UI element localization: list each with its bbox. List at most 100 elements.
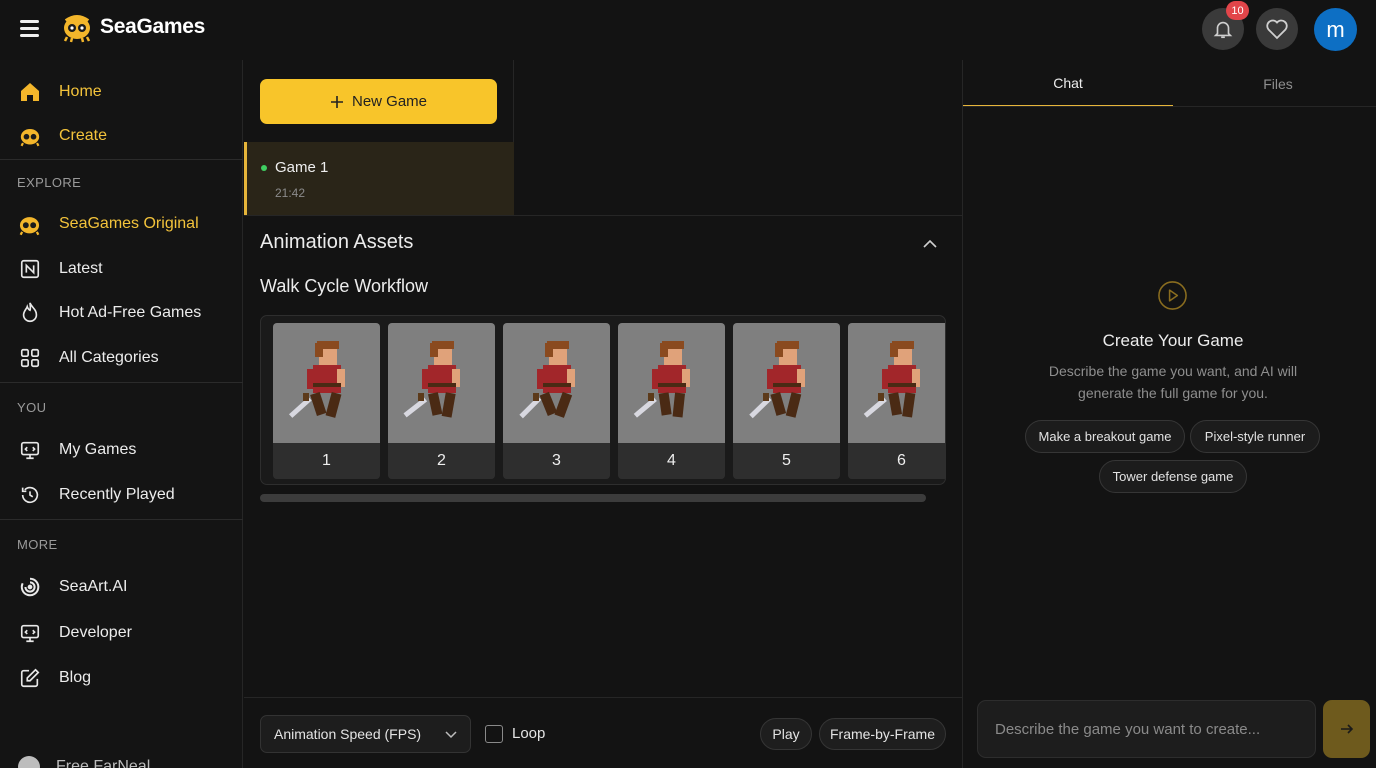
tab-divider (963, 106, 1376, 107)
loop-label: Loop (512, 725, 546, 742)
loop-checkbox[interactable] (485, 725, 503, 743)
divider (244, 697, 962, 698)
game-time: 21:42 (275, 186, 306, 200)
walking-knight-sprite-icon (863, 341, 920, 418)
notification-badge: 10 (1226, 1, 1249, 20)
sidebar-item-create[interactable]: Create (0, 116, 243, 156)
arrow-right-icon (1340, 724, 1353, 734)
seaart-icon (17, 575, 42, 600)
game-list-panel: New Game Game 1 21:42 (244, 60, 514, 215)
sprite-image (618, 323, 725, 443)
walking-knight-sprite-icon (403, 341, 460, 418)
sprite-image (273, 323, 380, 443)
sidebar-item-label: Latest (59, 260, 103, 277)
sidebar-item-label: Home (59, 83, 102, 100)
frame-number: 5 (733, 443, 840, 479)
send-button[interactable] (1323, 700, 1370, 758)
suggestion-chip[interactable]: Tower defense game (1099, 460, 1247, 493)
sidebar-item-hot-ad-free[interactable]: Hot Ad-Free Games (0, 293, 243, 333)
new-game-button[interactable]: New Game (260, 79, 497, 124)
divider (244, 215, 962, 216)
sprite-image (733, 323, 840, 443)
workflow-title: Walk Cycle Workflow (260, 276, 429, 296)
assets-section-title: Animation Assets (260, 231, 414, 253)
new-game-label: New Game (351, 93, 428, 110)
frames-strip: 1 2 3 4 5 6 (260, 315, 946, 485)
sidebar-item-label: My Games (59, 441, 137, 458)
frame-number: 2 (388, 443, 495, 479)
favorites-button[interactable] (1256, 8, 1298, 50)
frame-number: 6 (848, 443, 945, 479)
seagames-mascot-icon (63, 15, 91, 43)
section-title-you: YOU (17, 400, 47, 415)
sidebar-item-seaart[interactable]: SeaArt.AI (0, 567, 243, 607)
sidebar-item-label: Hot Ad-Free Games (59, 304, 202, 321)
sidebar-divider (0, 519, 243, 520)
sidebar-item-label: Recently Played (59, 486, 175, 503)
grid-icon (17, 346, 42, 371)
bell-icon (1213, 21, 1233, 39)
divider (962, 60, 963, 768)
sidebar-divider (0, 159, 243, 160)
animation-frame[interactable]: 1 (273, 323, 380, 479)
sidebar-footer-label: Free FarNeal (56, 758, 151, 768)
user-icon (18, 756, 40, 768)
plus-icon (330, 95, 343, 108)
fps-select-label: Animation Speed (FPS) (274, 726, 422, 742)
home-icon (17, 80, 42, 105)
status-dot (261, 165, 267, 171)
sidebar-item-recently-played[interactable]: Recently Played (0, 475, 243, 515)
sprite-image (503, 323, 610, 443)
sprite-image (848, 323, 945, 443)
avatar[interactable]: m (1314, 8, 1357, 51)
sidebar-footer-partial[interactable]: Free FarNeal (18, 756, 150, 768)
menu-icon[interactable] (18, 17, 42, 39)
sidebar-item-label: Create (59, 127, 108, 144)
suggestion-chip[interactable]: Make a breakout game (1025, 420, 1185, 453)
animation-frame[interactable]: 4 (618, 323, 725, 479)
collapse-button[interactable] (918, 232, 942, 254)
sidebar: Home Create EXPLORE SeaGames Original La… (0, 60, 243, 768)
frame-by-frame-button[interactable]: Frame-by-Frame (819, 718, 946, 750)
animation-frame[interactable]: 3 (503, 323, 610, 479)
sidebar-item-developer[interactable]: Developer (0, 613, 243, 653)
logo[interactable]: SeaGames (60, 11, 205, 43)
sidebar-item-latest[interactable]: Latest (0, 249, 243, 289)
horizontal-scrollbar[interactable] (260, 494, 926, 502)
heart-icon (1266, 19, 1288, 40)
code-icon (17, 621, 42, 646)
game-list-item[interactable]: Game 1 21:42 (244, 142, 514, 215)
animation-frame[interactable]: 6 (848, 323, 945, 479)
suggestion-chip[interactable]: Pixel-style runner (1190, 420, 1320, 453)
frame-number: 1 (273, 443, 380, 479)
sidebar-divider (0, 382, 243, 383)
fps-select[interactable]: Animation Speed (FPS) (260, 715, 471, 753)
section-title-more: MORE (17, 537, 58, 552)
chevron-up-icon (923, 239, 937, 248)
sidebar-item-all-categories[interactable]: All Categories (0, 338, 243, 378)
chat-input[interactable] (977, 700, 1316, 758)
history-icon (17, 483, 42, 508)
animation-frame[interactable]: 2 (388, 323, 495, 479)
empty-state-title: Create Your Game (1102, 331, 1244, 350)
new-icon (17, 257, 42, 282)
play-circle-icon (1158, 281, 1187, 310)
seagames-mascot-icon (17, 124, 42, 149)
empty-state-description: Describe the game you want, and AI will … (1048, 363, 1298, 401)
edit-icon (17, 666, 42, 691)
game-name: Game 1 (275, 159, 329, 176)
animation-frame[interactable]: 5 (733, 323, 840, 479)
walking-knight-sprite-icon (749, 341, 805, 419)
walking-knight-sprite-icon (289, 341, 345, 418)
walking-knight-sprite-icon (519, 341, 575, 419)
play-button[interactable]: Play (760, 718, 812, 750)
sidebar-item-blog[interactable]: Blog (0, 658, 243, 698)
tab-files[interactable]: Files (1173, 60, 1376, 107)
tab-chat[interactable]: Chat (963, 60, 1173, 107)
sidebar-item-label: SeaGames Original (59, 215, 199, 232)
top-bar: SeaGames 10 m (0, 0, 1376, 60)
brand-name: SeaGames (100, 15, 206, 38)
sidebar-item-seagames-original[interactable]: SeaGames Original (0, 204, 243, 244)
sidebar-item-my-games[interactable]: My Games (0, 430, 243, 470)
sidebar-item-home[interactable]: Home (0, 72, 243, 112)
